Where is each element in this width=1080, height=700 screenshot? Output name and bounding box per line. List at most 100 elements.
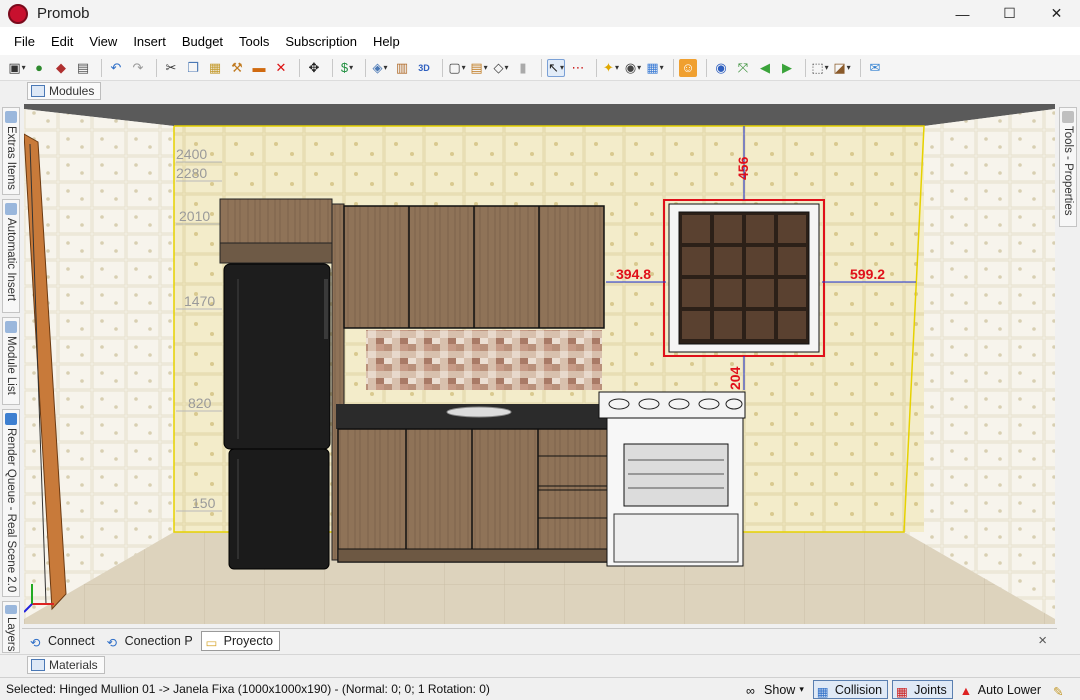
auto-lower-label: Auto Lower bbox=[977, 682, 1041, 697]
menu-help[interactable]: Help bbox=[365, 34, 408, 49]
maximize-button[interactable]: ☐ bbox=[986, 0, 1033, 27]
render-settings-icon[interactable]: ◆ bbox=[52, 59, 70, 77]
arrow-right-icon[interactable]: ▶ bbox=[778, 59, 796, 77]
menu-subscription[interactable]: Subscription bbox=[277, 34, 365, 49]
cut-icon[interactable]: ✂ bbox=[162, 59, 180, 77]
tab-render-queue[interactable]: Render Queue - Real Scene 2.0 bbox=[2, 409, 20, 597]
height-mark-2400: 2400 bbox=[176, 146, 207, 162]
tab-proyecto[interactable]: ▭ Proyecto bbox=[200, 631, 281, 651]
chevron-down-icon: ▾ bbox=[799, 684, 804, 694]
copy-icon[interactable]: ❐ bbox=[184, 59, 202, 77]
menu-budget[interactable]: Budget bbox=[174, 34, 231, 49]
materials-icon bbox=[31, 659, 45, 671]
light-icon[interactable]: ✦ bbox=[602, 59, 620, 77]
auto-lower-icon: ▲ bbox=[959, 683, 973, 698]
tab-automatic-insert[interactable]: Automatic Insert bbox=[2, 199, 20, 313]
layers-tab-icon bbox=[5, 605, 17, 615]
folder-icon: ▭ bbox=[205, 636, 218, 650]
box-view-icon[interactable]: ⬚ bbox=[811, 59, 829, 77]
menu-file[interactable]: File bbox=[6, 34, 43, 49]
stack-icon[interactable]: ▤ bbox=[470, 59, 488, 77]
refrigerator[interactable] bbox=[223, 263, 331, 570]
menu-bar: File Edit View Insert Budget Tools Subsc… bbox=[0, 27, 1080, 55]
move-icon[interactable]: ✥ bbox=[305, 59, 323, 77]
modules-bar: Modules bbox=[0, 81, 1080, 101]
render-icon[interactable]: ● bbox=[30, 59, 48, 77]
tab-module-list[interactable]: Module List bbox=[2, 317, 20, 405]
insert-icon bbox=[5, 203, 17, 215]
joints-label: Joints bbox=[914, 682, 947, 697]
promob-logo-icon bbox=[8, 3, 28, 24]
wardrobe-icon[interactable]: ▥ bbox=[393, 59, 411, 77]
layers-icon[interactable]: ◈ bbox=[371, 59, 389, 77]
tab-tools-properties[interactable]: Tools - Properties bbox=[1059, 107, 1077, 227]
redo-icon[interactable]: ↷ bbox=[129, 59, 147, 77]
3d-viewport[interactable]: 2400 2280 2010 1470 820 150 394.8 599.2 … bbox=[24, 104, 1055, 624]
tab-extras-items[interactable]: Extras Items bbox=[2, 107, 20, 195]
window-title: Promob bbox=[37, 5, 90, 22]
tab-connect-label: Connect bbox=[48, 634, 95, 648]
paint-icon[interactable]: ▬ bbox=[250, 59, 268, 77]
menu-insert[interactable]: Insert bbox=[125, 34, 174, 49]
save-icon[interactable]: ▣ bbox=[8, 59, 26, 77]
chat-icon[interactable]: ✉ bbox=[866, 59, 884, 77]
tab-extras-items-label: Extras Items bbox=[5, 126, 17, 190]
bottom-tab-bar: ⟲ Connect ⟲ Conection P ▭ Proyecto × bbox=[22, 628, 1057, 653]
measure-icon[interactable]: ⋯ bbox=[569, 59, 587, 77]
paste-icon[interactable]: ▦ bbox=[206, 59, 224, 77]
delete-icon[interactable]: ✕ bbox=[272, 59, 290, 77]
window-janela-fixa[interactable] bbox=[663, 199, 825, 357]
tab-proyecto-label: Proyecto bbox=[223, 634, 274, 648]
close-button[interactable]: ✕ bbox=[1033, 0, 1080, 27]
collision-toggle[interactable]: ▦ Collision bbox=[812, 680, 889, 699]
select-cursor-icon[interactable]: ↖ bbox=[547, 58, 565, 77]
shape-icon[interactable]: ◇ bbox=[492, 59, 510, 77]
show-dropdown[interactable]: ∞ Show ▾ bbox=[743, 680, 809, 699]
upper-cabinets[interactable] bbox=[343, 205, 605, 329]
tab-conection-p[interactable]: ⟲ Conection P bbox=[103, 631, 199, 651]
minimize-button[interactable]: — bbox=[939, 0, 986, 27]
close-panel-button[interactable]: × bbox=[1038, 632, 1047, 649]
status-bar: Selected: Hinged Mullion 01 -> Janela Fi… bbox=[0, 677, 1080, 700]
materials-bar: Materials bbox=[0, 654, 1080, 676]
connect-icon: ⟲ bbox=[30, 636, 41, 650]
menu-view[interactable]: View bbox=[81, 34, 125, 49]
main-toolbar: ▣ ● ◆ ▤ ↶ ↷ ✂ ❐ ▦ ⚒ ▬ ✕ ✥ $ ◈ ▥ 3D ▢ ▤ ◇… bbox=[0, 55, 1080, 81]
colors-icon[interactable]: ▦ bbox=[646, 59, 664, 77]
arrow-left-icon[interactable]: ◀ bbox=[756, 59, 774, 77]
pencil-button[interactable]: ✎ bbox=[1050, 680, 1076, 699]
budget-icon[interactable]: $ bbox=[338, 59, 356, 77]
height-mark-820: 820 bbox=[188, 395, 212, 411]
user-icon[interactable]: ☺ bbox=[679, 58, 697, 77]
tab-connect[interactable]: ⟲ Connect bbox=[26, 631, 101, 651]
left-panel-strip: Extras Items Automatic Insert Module Lis… bbox=[0, 101, 22, 654]
print-icon[interactable]: ▤ bbox=[74, 59, 92, 77]
height-mark-2280: 2280 bbox=[176, 165, 207, 181]
collision-icon: ▦ bbox=[816, 684, 829, 699]
kitchen-scene[interactable]: 2400 2280 2010 1470 820 150 394.8 599.2 … bbox=[24, 104, 1055, 624]
frame-icon[interactable]: ▢ bbox=[448, 59, 466, 77]
base-cabinets[interactable] bbox=[337, 428, 611, 563]
cube-icon[interactable]: ◪ bbox=[833, 59, 851, 77]
stove[interactable] bbox=[598, 391, 746, 567]
undo-icon[interactable]: ↶ bbox=[107, 59, 125, 77]
height-mark-2010: 2010 bbox=[179, 208, 210, 224]
auto-lower-toggle[interactable]: ▲ Auto Lower bbox=[957, 680, 1046, 699]
panel-icon[interactable]: ▮ bbox=[514, 59, 532, 77]
materials-tab[interactable]: Materials bbox=[27, 656, 105, 674]
hammer-icon[interactable]: ⚒ bbox=[228, 59, 246, 77]
view-3d-icon[interactable]: 3D bbox=[415, 59, 433, 77]
render-queue-icon bbox=[5, 413, 17, 425]
modules-tab[interactable]: Modules bbox=[27, 82, 102, 100]
collision-label: Collision bbox=[834, 682, 883, 697]
tab-layers[interactable]: Layers bbox=[2, 601, 20, 653]
joints-toggle[interactable]: ▦ Joints bbox=[892, 680, 953, 699]
menu-tools[interactable]: Tools bbox=[231, 34, 277, 49]
menu-edit[interactable]: Edit bbox=[43, 34, 81, 49]
dimension-right: 599.2 bbox=[850, 266, 885, 282]
camera-icon[interactable]: ◉ bbox=[624, 59, 642, 77]
transform-icon[interactable]: ⤧ bbox=[734, 59, 752, 77]
modules-tab-label: Modules bbox=[49, 84, 95, 98]
title-bar: Promob — ☐ ✕ bbox=[0, 0, 1080, 27]
eye-icon[interactable]: ◉ bbox=[712, 59, 730, 77]
